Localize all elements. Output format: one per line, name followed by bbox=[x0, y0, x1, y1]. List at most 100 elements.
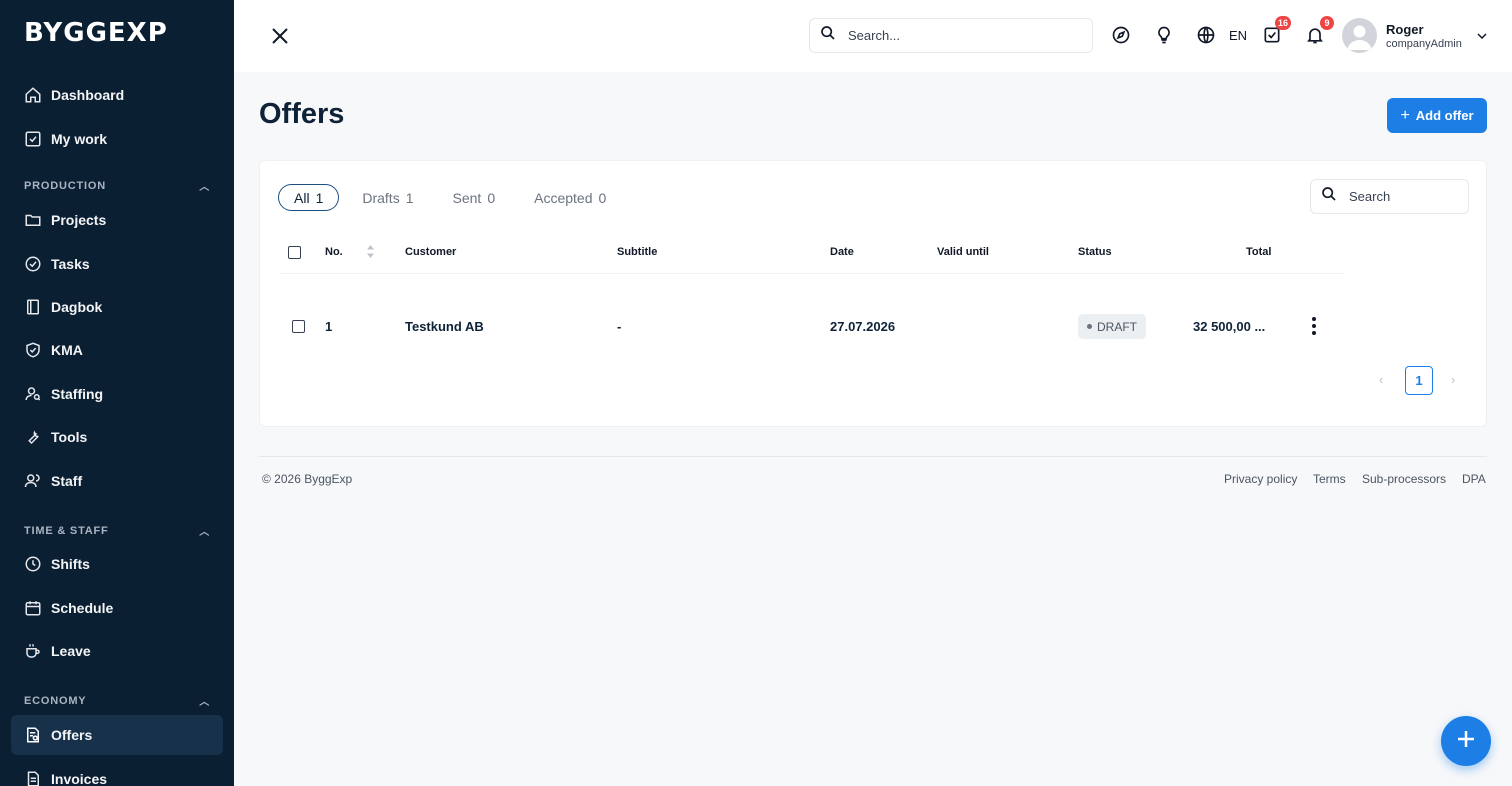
sidebar-item-schedule[interactable]: Schedule bbox=[11, 588, 223, 628]
sidebar-item-staff[interactable]: Staff bbox=[11, 461, 223, 501]
sidebar-item-label: Shifts bbox=[51, 556, 90, 572]
column-header-status: Status bbox=[1078, 246, 1112, 258]
close-icon[interactable] bbox=[270, 26, 290, 46]
section-production[interactable]: PRODUCTION ︿ bbox=[24, 178, 210, 194]
page-title: Offers bbox=[259, 98, 345, 130]
sidebar-item-label: Tools bbox=[51, 429, 88, 445]
chevron-down-icon[interactable] bbox=[1476, 29, 1488, 47]
offers-card: All 1 Drafts 1 Sent 0 Accepted 0 No. Custome… bbox=[259, 160, 1487, 427]
invoice-icon bbox=[24, 770, 42, 786]
tab-accepted[interactable]: Accepted 0 bbox=[534, 184, 606, 211]
topbar: EN 16 9 Roger companyAdmin bbox=[234, 0, 1512, 72]
sidebar-item-invoices[interactable]: Invoices bbox=[11, 759, 223, 786]
more-vertical-icon[interactable] bbox=[1306, 315, 1322, 337]
offer-doc-icon bbox=[24, 726, 42, 744]
sidebar-item-label: Offers bbox=[51, 727, 93, 743]
section-title: ECONOMY bbox=[24, 694, 87, 707]
person-search-icon bbox=[24, 385, 42, 403]
user-name[interactable]: Roger bbox=[1386, 22, 1424, 37]
sidebar-item-projects[interactable]: Projects bbox=[11, 200, 223, 240]
sidebar-item-kma[interactable]: KMA bbox=[11, 330, 223, 370]
compass-icon[interactable] bbox=[1110, 24, 1132, 46]
section-economy[interactable]: ECONOMY ︿ bbox=[24, 693, 210, 709]
tab-label: Sent bbox=[452, 189, 482, 206]
status-dot bbox=[1087, 324, 1092, 329]
checkbox-icon bbox=[24, 130, 42, 148]
footer-divider bbox=[259, 456, 1487, 457]
plus-icon: + bbox=[1400, 106, 1410, 124]
copyright: © 2026 ByggExp bbox=[262, 472, 353, 486]
logo[interactable]: BYGGEXP bbox=[24, 18, 168, 48]
privacy-policy-link[interactable]: Privacy policy bbox=[1224, 472, 1297, 486]
notifications-badge: 9 bbox=[1320, 16, 1334, 30]
tab-drafts[interactable]: Drafts 1 bbox=[362, 184, 413, 211]
sub-processors-link[interactable]: Sub-processors bbox=[1362, 472, 1446, 486]
sidebar-item-offers[interactable]: Offers bbox=[11, 715, 223, 755]
row-checkbox[interactable] bbox=[292, 320, 305, 333]
status-label: DRAFT bbox=[1097, 319, 1137, 334]
bell-icon[interactable]: 9 bbox=[1304, 16, 1334, 46]
column-header-date: Date bbox=[830, 246, 854, 258]
sidebar-item-shifts[interactable]: Shifts bbox=[11, 544, 223, 584]
tasks-icon[interactable]: 16 bbox=[1261, 16, 1291, 46]
pagination-prev[interactable]: ‹ bbox=[1379, 372, 1383, 387]
terms-link[interactable]: Terms bbox=[1313, 472, 1346, 486]
sidebar-item-tasks[interactable]: Tasks bbox=[11, 244, 223, 284]
header-divider bbox=[280, 273, 1344, 274]
avatar[interactable] bbox=[1342, 18, 1377, 53]
pagination-page[interactable]: 1 bbox=[1405, 366, 1433, 395]
coffee-icon bbox=[24, 642, 42, 660]
cell-customer[interactable]: Testkund AB bbox=[405, 319, 484, 334]
sidebar-item-staffing[interactable]: Staffing bbox=[11, 374, 223, 414]
check-circle-icon bbox=[24, 255, 42, 273]
sidebar-item-dagbok[interactable]: Dagbok bbox=[11, 287, 223, 327]
sidebar-item-label: Schedule bbox=[51, 600, 114, 616]
sidebar-item-label: Dagbok bbox=[51, 299, 103, 315]
tab-count: 0 bbox=[487, 189, 496, 206]
wrench-icon bbox=[24, 428, 42, 446]
tab-label: All bbox=[294, 189, 310, 206]
filter-tabs: All 1 Drafts 1 Sent 0 Accepted 0 bbox=[278, 184, 606, 211]
section-title: PRODUCTION bbox=[24, 179, 106, 192]
user-role: companyAdmin bbox=[1386, 38, 1462, 50]
cell-subtitle: - bbox=[617, 319, 622, 334]
sidebar-item-label: My work bbox=[51, 131, 108, 147]
sidebar-item-label: Leave bbox=[51, 643, 91, 659]
section-time-staff[interactable]: TIME & STAFF ︿ bbox=[24, 523, 210, 539]
sidebar-item-my-work[interactable]: My work bbox=[11, 119, 223, 159]
tab-all[interactable]: All 1 bbox=[278, 184, 340, 211]
search-input[interactable] bbox=[848, 28, 1068, 43]
folder-icon bbox=[24, 211, 42, 229]
sidebar-item-dashboard[interactable]: Dashboard bbox=[11, 75, 223, 115]
tab-count: 1 bbox=[315, 189, 324, 206]
globe-icon[interactable] bbox=[1195, 24, 1217, 46]
sidebar-item-tools[interactable]: Tools bbox=[11, 417, 223, 457]
global-search[interactable] bbox=[809, 18, 1093, 53]
sidebar-item-label: Staff bbox=[51, 473, 83, 489]
add-offer-label: Add offer bbox=[1415, 108, 1474, 123]
search-icon bbox=[1321, 186, 1337, 207]
tab-label: Accepted bbox=[534, 189, 593, 206]
language-selector[interactable]: EN bbox=[1229, 28, 1247, 43]
column-header-customer: Customer bbox=[405, 246, 457, 258]
cell-total: 32 500,00 ... bbox=[1193, 319, 1266, 334]
fab-add-button[interactable] bbox=[1441, 716, 1491, 766]
sidebar-item-leave[interactable]: Leave bbox=[11, 631, 223, 671]
shield-check-icon bbox=[24, 341, 42, 359]
sort-icon[interactable] bbox=[366, 244, 375, 264]
sidebar-item-label: KMA bbox=[51, 342, 83, 358]
tab-sent[interactable]: Sent 0 bbox=[453, 184, 496, 211]
column-header-no[interactable]: No. bbox=[325, 246, 343, 258]
dpa-link[interactable]: DPA bbox=[1462, 472, 1486, 486]
offers-search[interactable] bbox=[1310, 179, 1469, 214]
sidebar-item-label: Tasks bbox=[51, 256, 90, 272]
add-offer-button[interactable]: + Add offer bbox=[1387, 98, 1487, 133]
pagination-next[interactable]: › bbox=[1451, 372, 1455, 387]
lightbulb-icon[interactable] bbox=[1153, 24, 1175, 46]
search-input[interactable] bbox=[1349, 189, 1459, 204]
plus-icon bbox=[1456, 729, 1476, 754]
select-all-checkbox[interactable] bbox=[288, 246, 301, 259]
sidebar: BYGGEXP Dashboard My work PRODUCTION ︿ P… bbox=[0, 0, 234, 786]
sidebar-item-label: Staffing bbox=[51, 386, 104, 402]
cell-date: 27.07.2026 bbox=[830, 319, 896, 334]
